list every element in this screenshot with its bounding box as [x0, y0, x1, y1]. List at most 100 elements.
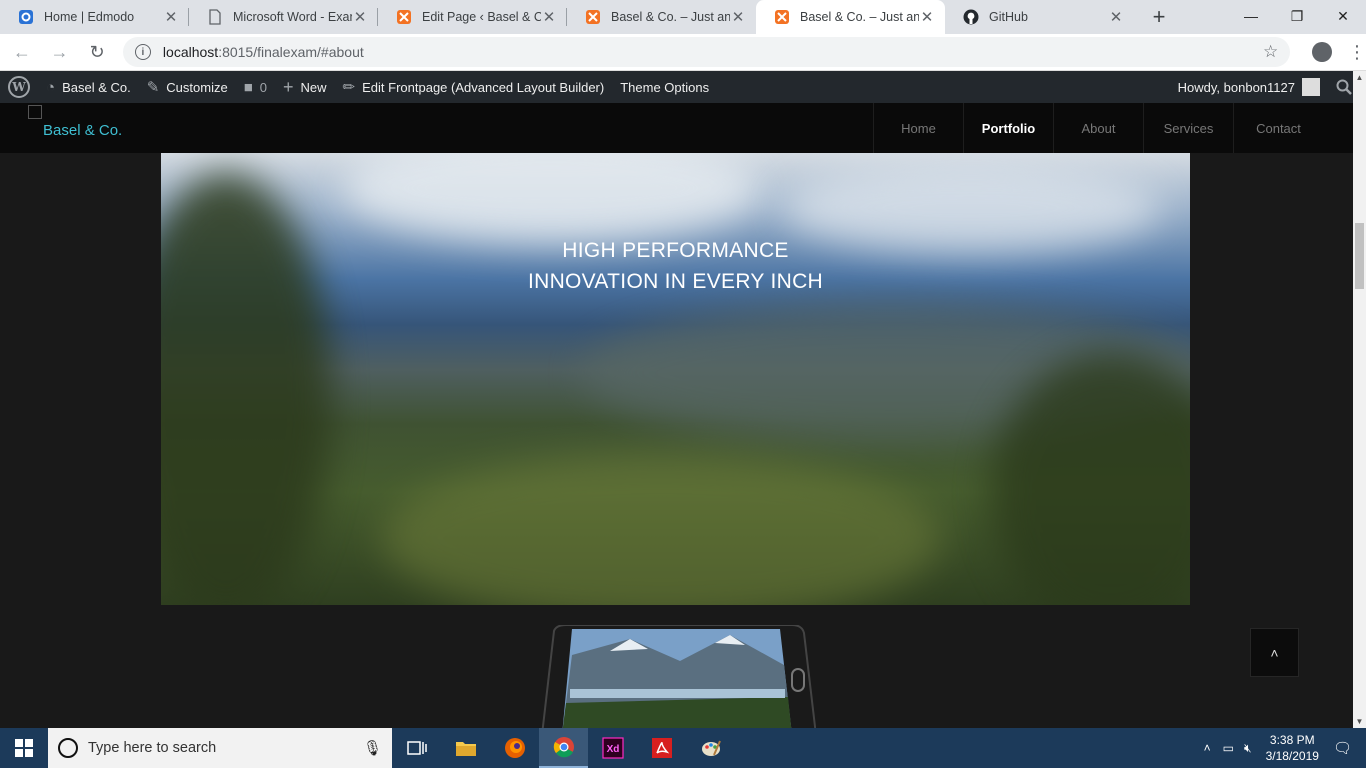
url-path: :8015/finalexam/#about: [218, 44, 364, 60]
hero-banner: HIGH PERFORMANCE INNOVATION IN EVERY INC…: [161, 153, 1190, 605]
microphone-icon[interactable]: 🎙︎: [363, 739, 382, 757]
paintbrush-icon: ✎: [146, 79, 160, 96]
acrobat-icon[interactable]: [637, 728, 686, 768]
close-tab-icon[interactable]: ✕: [352, 8, 368, 26]
admin-site-name[interactable]: ◔ Basel & Co.: [38, 71, 139, 103]
close-tab-icon[interactable]: ✕: [730, 8, 746, 26]
admin-site-name-label: Basel & Co.: [62, 79, 131, 95]
menu-kebab-icon[interactable]: ⋮: [1348, 42, 1366, 63]
document-icon: [207, 9, 223, 25]
url-host: localhost: [162, 44, 219, 60]
network-icon[interactable]: ▭: [1223, 741, 1234, 755]
hero-line-1: HIGH PERFORMANCE: [562, 239, 789, 262]
scroll-to-top-button[interactable]: ˄: [1250, 628, 1299, 677]
window-controls: — ❐ ✕: [1228, 0, 1366, 32]
edit-frontpage-label: Edit Frontpage (Advanced Layout Builder): [362, 79, 605, 95]
plus-icon: +: [283, 76, 294, 97]
xampp-icon: [585, 9, 601, 25]
clock-date: 3/18/2019: [1265, 749, 1319, 763]
browser-tab-word[interactable]: Microsoft Word - Exam ✕: [189, 0, 378, 34]
comments-count: 0: [259, 79, 268, 95]
admin-comments[interactable]: ■ 0: [236, 71, 275, 103]
svg-text:Xd: Xd: [606, 744, 619, 755]
new-label: New: [300, 79, 327, 95]
system-tray: ˄ ▭ 🔇︎ 3:38 PM 3/18/2019 🗨︎: [1204, 728, 1366, 768]
restore-icon[interactable]: ❐: [1274, 0, 1320, 32]
reload-icon[interactable]: ↻: [81, 36, 113, 68]
hero-heading: HIGH PERFORMANCE INNOVATION IN EVERY INC…: [161, 235, 1190, 297]
main-navigation: Home Portfolio About Services Contact: [873, 103, 1323, 153]
admin-theme-options[interactable]: Theme Options: [612, 71, 717, 103]
start-button[interactable]: [0, 728, 48, 768]
admin-edit-frontpage[interactable]: ✏ Edit Frontpage (Advanced Layout Builde…: [335, 71, 613, 103]
pencil-icon: ✏: [342, 79, 356, 96]
scrollbar-thumb[interactable]: [1355, 223, 1364, 289]
adobe-xd-icon[interactable]: Xd: [588, 728, 637, 768]
nav-services[interactable]: Services: [1143, 103, 1233, 153]
taskbar-search-placeholder: Type here to search: [88, 740, 217, 756]
close-tab-icon[interactable]: ✕: [919, 8, 935, 26]
taskbar-clock[interactable]: 3:38 PM 3/18/2019: [1266, 732, 1319, 764]
page-scrollbar[interactable]: ▲ ▼: [1353, 71, 1366, 728]
cortana-ring-icon: [58, 738, 78, 758]
info-icon[interactable]: i: [134, 44, 151, 60]
scroll-up-arrow-icon[interactable]: ▲: [1353, 71, 1366, 84]
close-window-icon[interactable]: ✕: [1320, 0, 1366, 32]
chrome-icon[interactable]: [539, 728, 588, 768]
close-tab-icon[interactable]: ✕: [541, 8, 557, 26]
browser-tab-github[interactable]: GitHub ✕: [945, 0, 1134, 34]
scroll-down-arrow-icon[interactable]: ▼: [1353, 715, 1366, 728]
browser-tab-edit-page[interactable]: Edit Page ‹ Basel & Co. ✕: [378, 0, 567, 34]
howdy-label: Howdy, bonbon1127: [1177, 79, 1295, 95]
hero-line-2: INNOVATION IN EVERY INCH: [527, 270, 824, 293]
firefox-icon[interactable]: [490, 728, 539, 768]
back-icon[interactable]: ←: [6, 36, 38, 68]
tab-title: Basel & Co. – Just anoth: [800, 10, 919, 24]
nav-portfolio[interactable]: Portfolio: [963, 103, 1053, 153]
tab-title: Basel & Co. – Just anoth: [611, 10, 730, 24]
admin-bar-right: Howdy, bonbon1127: [1170, 71, 1366, 103]
browser-tab-strip: Home | Edmodo ✕ Microsoft Word - Exam ✕ …: [0, 0, 1366, 34]
task-view-icon[interactable]: [392, 728, 441, 768]
admin-account-menu[interactable]: Howdy, bonbon1127: [1170, 71, 1328, 103]
browser-toolbar: ← → ↻ i localhost:8015/finalexam/#about …: [0, 34, 1366, 71]
site-logo-link[interactable]: Basel & Co.: [28, 105, 122, 139]
tab-title: GitHub: [989, 10, 1028, 24]
github-icon: [963, 9, 979, 25]
bookmark-star-icon[interactable]: ☆: [1263, 42, 1278, 62]
meadow-blur: [381, 453, 941, 605]
tab-title: Home | Edmodo: [44, 10, 135, 24]
browser-tab-basel-active[interactable]: Basel & Co. – Just anoth ✕: [756, 0, 945, 34]
site-header: Basel & Co. Home Portfolio About Service…: [0, 103, 1366, 153]
wp-logo-menu[interactable]: W: [0, 71, 38, 103]
tray-chevron-up-icon[interactable]: ˄: [1204, 741, 1211, 755]
address-bar[interactable]: i localhost:8015/finalexam/#about ☆: [122, 37, 1291, 67]
windows-taskbar: Type here to search 🎙︎ Xd ˄ ▭ 🔇︎ 3:38 PM…: [0, 728, 1366, 768]
admin-new[interactable]: + New: [275, 71, 335, 103]
admin-customize[interactable]: ✎ Customize: [139, 71, 236, 103]
wp-admin-bar: W ◔ Basel & Co. ✎ Customize ■ 0 + New ✏ …: [0, 71, 1366, 103]
new-tab-button[interactable]: +: [1142, 0, 1176, 34]
customize-label: Customize: [166, 79, 228, 95]
volume-muted-icon[interactable]: 🔇︎: [1244, 741, 1252, 756]
profile-avatar-icon[interactable]: [1312, 42, 1332, 62]
windows-logo-icon: [15, 739, 33, 757]
browser-tab-basel-1[interactable]: Basel & Co. – Just anoth ✕: [567, 0, 756, 34]
nav-home[interactable]: Home: [873, 103, 963, 153]
forward-icon[interactable]: →: [44, 36, 76, 68]
file-explorer-icon[interactable]: [441, 728, 490, 768]
close-tab-icon[interactable]: ✕: [163, 8, 179, 26]
site-logo-alt-text: Basel & Co.: [43, 122, 123, 139]
nav-about[interactable]: About: [1053, 103, 1143, 153]
notifications-icon[interactable]: 🗨︎: [1333, 739, 1352, 757]
broken-image-icon: [28, 105, 42, 119]
paint-icon[interactable]: [686, 728, 735, 768]
page-content: HIGH PERFORMANCE INNOVATION IN EVERY INC…: [0, 153, 1353, 728]
xampp-icon: [774, 9, 790, 25]
taskbar-search-box[interactable]: Type here to search 🎙︎: [48, 728, 392, 768]
browser-tab-edmodo[interactable]: Home | Edmodo ✕: [0, 0, 189, 34]
minimize-icon[interactable]: —: [1228, 0, 1274, 32]
close-tab-icon[interactable]: ✕: [1108, 8, 1124, 26]
nav-contact[interactable]: Contact: [1233, 103, 1323, 153]
user-avatar: [1302, 78, 1320, 96]
